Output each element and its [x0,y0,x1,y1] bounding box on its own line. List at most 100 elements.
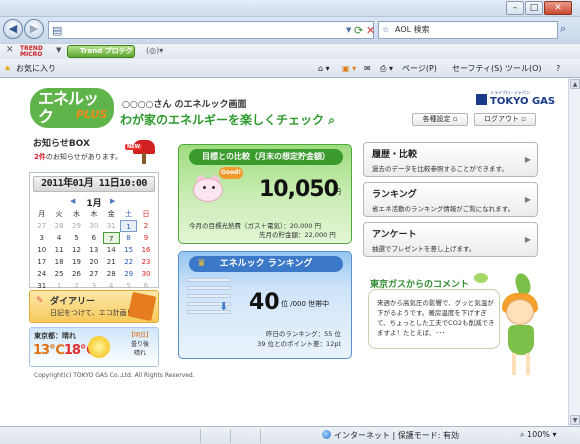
menu-page[interactable]: ページ(P) [402,62,437,75]
trend-extra-icon[interactable]: (◎)▾ [146,46,163,55]
minimize-button[interactable]: – [506,1,524,15]
search-icon[interactable]: ⌕ [560,22,566,36]
navigation-bar: ◀ ▶ ▤ ▼ ⟳ ✕ ☆ AOL 検索 ⌕ [0,17,580,43]
calendar-week-row: 24 25 26 27 28 29 30 [33,268,155,280]
menu-safety[interactable]: セーフティ(S) [452,62,502,75]
calendar-day[interactable]: 17 [33,256,50,268]
calendar-day[interactable]: 22 [120,256,137,268]
home-icon[interactable]: ⌂ ▾ [318,62,330,75]
calendar-day[interactable]: 1 [119,220,138,232]
forward-button[interactable]: ▶ [24,19,44,39]
close-button[interactable]: ✕ [544,1,572,15]
chevron-right-icon: ▶ [524,195,531,204]
trend-protect-button[interactable]: Trend プロテクト [67,45,135,66]
refresh-icon[interactable]: ⟳ [354,23,363,38]
calendar-day[interactable]: 8 [120,232,137,244]
calendar-day[interactable]: 6 [85,232,102,244]
globe-icon [322,430,331,439]
back-button[interactable]: ◀ [3,19,23,39]
notice-title: お知らせBOX [33,139,90,149]
calendar-day[interactable]: 30 [85,220,102,232]
menu-desc: 抽選でプレゼントを差し上げます。 [372,245,476,253]
weekday-label: 水 [72,210,80,218]
calendar-day[interactable]: 30 [137,268,154,280]
calendar-day[interactable]: 31 [103,220,120,232]
calendar-day[interactable]: 21 [103,256,120,268]
stop-icon[interactable]: ✕ [366,23,375,38]
settings-button[interactable]: 各種設定 ▫ [412,113,468,126]
page-content: エネルック PLUS ○○○○さん のエネルック画面 わが家のエネルギーを楽しく… [0,78,568,426]
calendar-day[interactable]: 27 [85,268,102,280]
menu-tools[interactable]: ツール(O) [505,62,542,75]
enelook-plus-logo[interactable]: エネルック PLUS [30,88,114,130]
address-bar[interactable]: ▤ ▼ ⟳ ✕ [48,21,375,39]
notice-box[interactable]: お知らせBOX 2件のお知らせがあります。 NEW [29,134,159,168]
favorites-star-icon[interactable]: ★ [4,62,11,75]
search-provider-icon: ☆ [382,25,390,34]
calendar-day[interactable]: 20 [85,256,102,268]
ranking-panel[interactable]: エネルック ランキング ♛ ⬇ 40 位 /000 世帯中 昨日のランキング：5… [178,251,352,359]
calendar-day[interactable]: 28 [50,220,67,232]
chevron-right-icon: ▶ [524,155,531,164]
scroll-down-icon[interactable]: ▼ [570,415,580,425]
calendar-day[interactable]: 23 [137,256,154,268]
search-input[interactable]: ☆ AOL 検索 [378,21,558,39]
weekday-label: 金 [107,210,115,218]
favorites-button[interactable]: お気に入り [16,62,56,75]
survey-button[interactable]: アンケート 抽選でプレゼントを差し上げます。 ▶ [363,222,538,257]
ranking-menu-button[interactable]: ランキング 省エネ活動のランキング情報がご覧になれます。 ▶ [363,182,538,217]
calendar-day[interactable]: 28 [103,268,120,280]
logo-plus: PLUS [76,108,108,121]
next-month-icon[interactable]: ▶ [110,197,115,205]
history-compare-button[interactable]: 履歴・比較 過去のデータを比較参照することができます。 ▶ [363,142,538,177]
magnifier-icon: ⌕ [328,113,335,127]
calendar-day[interactable]: 16 [137,244,154,256]
calendar-day[interactable]: 26 [68,268,85,280]
calendar-day[interactable]: 15 [120,244,137,256]
calendar-day[interactable]: 29 [68,220,85,232]
calendar-day[interactable]: 9 [137,232,154,244]
logout-button[interactable]: ログアウト ▫ [474,113,536,126]
vertical-scrollbar[interactable]: ▲ ▼ [568,78,580,426]
zoom-level[interactable]: ⌕ 100% ▾ [520,430,556,440]
calendar-day[interactable]: 27 [33,220,50,232]
weekday-label: 木 [90,210,98,218]
dropdown-icon[interactable]: ▼ [346,23,351,38]
calendar-day[interactable]: 10 [33,244,50,256]
status-bar: インターネット | 保護モード: 有効 ⌕ 100% ▾ [0,426,580,444]
trend-dropdown-icon[interactable]: ▼ [56,46,61,54]
calendar-day[interactable]: 7 [102,232,120,244]
diary-button[interactable]: ✎ ダイアリー 日記をつけて、エコ計画！ [29,290,159,323]
print-icon[interactable]: ⎙ ▾ [380,62,393,75]
calendar-day[interactable]: 5 [68,232,85,244]
calendar-grid: 月火水木金土日 27 28 29 30 31 1 2 3 4 5 6 7 8 9 10 11 12 13 14 15 1… [33,208,155,292]
scroll-up-icon[interactable]: ▲ [570,79,580,89]
diary-title: ダイアリー [50,297,96,307]
calendar-day[interactable]: 3 [33,232,50,244]
slogan: わが家のエネルギーを楽しくチェック ⌕ [120,113,335,127]
favorites-bar: ★ お気に入り ⌂ ▾ ▣ ▾ ✉ ⎙ ▾ ページ(P) セーフティ(S) ツー… [0,59,580,78]
calendar-day[interactable]: 25 [50,268,67,280]
calendar-day[interactable]: 29 [120,268,137,280]
menu-help[interactable]: ? [556,62,560,75]
goal-comparison-panel[interactable]: 目標との比較（月末の想定貯金額） Good! 10,050 円 今月の目標光熱費… [178,144,352,244]
calendar-day[interactable]: 2 [137,220,154,232]
calendar-week-row: 10 11 12 13 14 15 16 [33,244,155,256]
calendar-day[interactable]: 19 [68,256,85,268]
weekday-label: 日 [142,210,150,218]
temp-low: 13℃ [33,343,65,358]
calendar-day[interactable]: 14 [103,244,120,256]
ranking-bars-illustration [187,276,239,322]
calendar-day[interactable]: 13 [85,244,102,256]
calendar-day[interactable]: 24 [33,268,50,280]
trend-close-icon[interactable]: ✕ [6,45,14,55]
calendar-day[interactable]: 11 [50,244,67,256]
calendar-day[interactable]: 18 [50,256,67,268]
feeds-icon[interactable]: ▣ ▾ [342,62,356,75]
calendar-day[interactable]: 4 [50,232,67,244]
leaf-icon [474,273,488,283]
calendar-day[interactable]: 12 [68,244,85,256]
ranking-title: エネルック ランキング [189,256,343,272]
maximize-button[interactable]: □ [525,1,543,15]
mail-icon[interactable]: ✉ [364,62,371,75]
